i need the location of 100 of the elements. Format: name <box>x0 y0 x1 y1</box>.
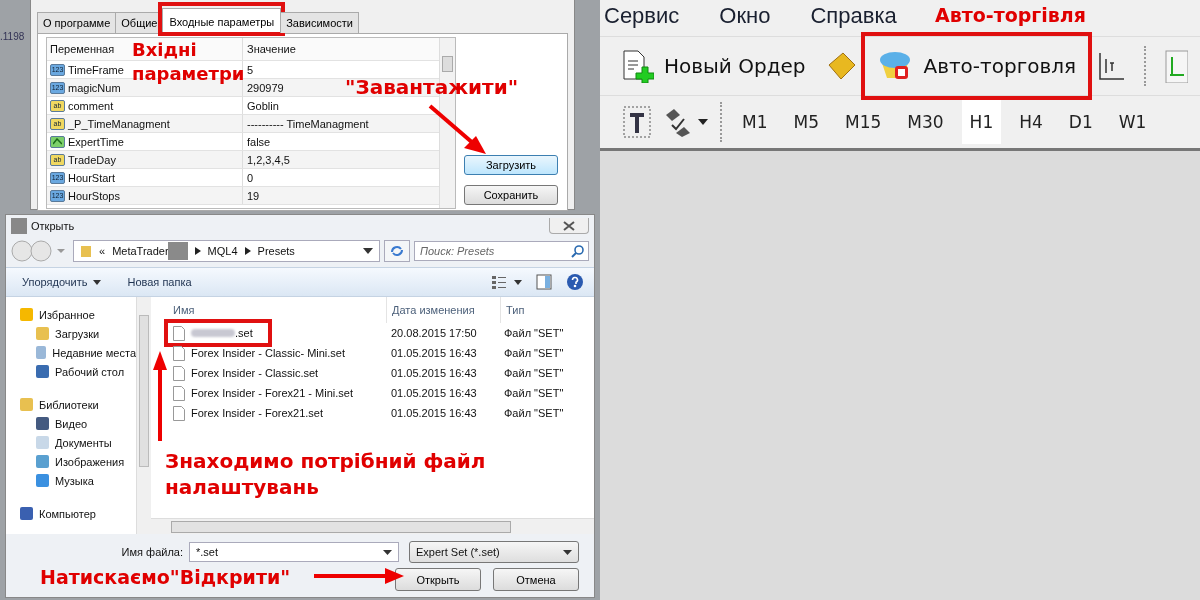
timeframe-button[interactable]: H4 <box>1011 100 1051 144</box>
breadcrumb-overflow[interactable]: « <box>99 245 106 257</box>
search-icon[interactable] <box>571 245 584 258</box>
dropdown-icon[interactable] <box>363 248 373 254</box>
chevron-icon <box>244 247 251 255</box>
timeframe-button[interactable]: M15 <box>836 100 890 144</box>
dialog-button[interactable]: Загрузить <box>464 155 558 175</box>
timeframe-button[interactable]: D1 <box>1060 100 1101 144</box>
table-cell: HourStops <box>68 189 120 202</box>
breadcrumb[interactable]: Presets <box>257 245 295 257</box>
menu-item[interactable]: Сервис <box>604 3 680 29</box>
toolbar-button[interactable]: Новый Ордер <box>618 45 808 87</box>
nav-item[interactable]: Недавние места <box>52 346 136 359</box>
search-field[interactable]: Поиск: Presets <box>414 241 589 261</box>
table-cell-text: Файл "SET" <box>503 347 565 359</box>
table-cell-text: 20.08.2015 17:50 <box>390 327 478 339</box>
file-icon <box>173 385 185 401</box>
nav-item[interactable]: Документы <box>55 436 112 449</box>
cancel-button[interactable]: Отмена <box>493 568 579 591</box>
callout-text: "Завантажити" <box>345 74 519 100</box>
timeframe-button[interactable]: H1 <box>961 100 1002 144</box>
scrollbar[interactable] <box>136 297 151 534</box>
nav-item[interactable]: Компьютер <box>39 507 96 520</box>
dialog-button[interactable]: Сохранить <box>464 185 558 205</box>
open-button[interactable]: Открыть <box>395 568 481 591</box>
folder-icon <box>80 244 92 258</box>
new-document-icon <box>620 49 654 83</box>
file-name[interactable]: Forex Insider - Classic- Mini.set <box>191 347 346 359</box>
callout-text: Авто-торгівля <box>935 3 1086 28</box>
table-cell: TimeFrame <box>68 63 124 76</box>
table-cell: _P_TimeManagment <box>68 117 170 130</box>
close-button[interactable] <box>549 218 589 234</box>
table-cell-text: Goblin <box>246 99 279 112</box>
timeframe-button[interactable]: M1 <box>734 100 776 144</box>
menu-item[interactable]: Справка <box>810 3 897 29</box>
refresh-button[interactable] <box>384 240 410 262</box>
callout-text: Вхідні параметри <box>132 38 242 86</box>
help-icon[interactable] <box>566 273 584 291</box>
nav-item[interactable]: Избранное <box>39 308 95 321</box>
table-cell-text: Файл "SET" <box>503 367 565 379</box>
window-title: Открыть <box>31 220 75 232</box>
callout-text: Натискаємо"Відкрити" <box>40 565 291 590</box>
table-cell-text: 01.05.2015 16:43 <box>390 347 478 359</box>
file-type-dropdown[interactable]: Expert Set (*.set) <box>409 541 579 563</box>
file-name[interactable]: .set <box>235 327 253 339</box>
breadcrumb[interactable]: MetaTrader <box>112 245 169 257</box>
nav-item[interactable]: Загрузки <box>55 327 100 340</box>
organize-button[interactable]: Упорядочить <box>16 276 108 288</box>
table-cell-text: 1,2,3,4,5 <box>246 153 290 166</box>
file-icon <box>173 405 185 421</box>
table-cell-text: 5 <box>246 63 254 76</box>
column-header: Значение <box>246 43 296 55</box>
column-header[interactable]: Дата изменения <box>386 297 500 323</box>
table-cell: magicNum <box>68 81 121 94</box>
nav-item[interactable]: Библиотеки <box>39 398 99 411</box>
menu-item[interactable]: Окно <box>719 3 771 29</box>
file-name[interactable]: Forex Insider - Classic.set <box>191 367 319 379</box>
chevron-icon <box>194 247 201 255</box>
column-header[interactable]: Тип <box>500 297 594 323</box>
tab[interactable]: Входные параметры <box>162 8 282 33</box>
column-header[interactable]: Имя <box>151 304 386 316</box>
file-icon <box>173 365 185 381</box>
nav-item[interactable]: Музыка <box>55 474 94 487</box>
table-cell: TradeDay <box>68 153 116 166</box>
scrollbar[interactable] <box>151 518 594 534</box>
price-label: .1198 <box>0 31 25 42</box>
table-cell-text: Файл "SET" <box>503 327 565 339</box>
chart-icon <box>1096 51 1126 81</box>
callout-text: Знаходимо потрібний файл налаштувань <box>165 448 487 500</box>
dropdown-icon <box>563 549 572 555</box>
file-name[interactable]: Forex Insider - Forex21.set <box>191 407 324 419</box>
bool-type-icon <box>50 135 65 148</box>
dropdown-icon <box>383 549 392 555</box>
address-bar[interactable]: « MetaTrader MQL4 Presets <box>73 240 380 262</box>
tab[interactable]: О программе <box>37 12 117 33</box>
tab[interactable]: Зависимости <box>280 12 359 33</box>
chart-toolbar-icon[interactable] <box>1164 49 1188 83</box>
text-tool-icon[interactable] <box>622 105 652 139</box>
preview-pane-icon[interactable] <box>536 274 552 290</box>
table-cell-text: Файл "SET" <box>503 407 565 419</box>
table-cell-text: 01.05.2015 16:43 <box>390 367 478 379</box>
caret-icon <box>93 279 102 285</box>
breadcrumb[interactable]: MQL4 <box>207 245 238 257</box>
timeframe-button[interactable]: W1 <box>1110 100 1155 144</box>
app-icon <box>11 218 27 234</box>
file-name-field[interactable]: *.set <box>189 542 399 562</box>
new-folder-button[interactable]: Новая папка <box>121 276 198 288</box>
nav-item[interactable]: Видео <box>55 417 88 430</box>
table-cell-text: 19 <box>246 189 260 202</box>
file-icon <box>173 345 185 361</box>
timeframe-button[interactable]: M5 <box>785 100 827 144</box>
table-cell-text: 0 <box>246 171 254 184</box>
nav-item[interactable]: Изображения <box>55 455 125 468</box>
nav-item[interactable]: Рабочий стол <box>55 365 125 378</box>
table-cell: comment <box>68 99 114 112</box>
view-menu-icon[interactable] <box>492 275 522 289</box>
table-cell-text: 01.05.2015 16:43 <box>390 407 478 419</box>
file-name[interactable]: Forex Insider - Forex21 - Mini.set <box>191 387 353 399</box>
toolbar-button[interactable]: Авто-торговля <box>875 46 1078 86</box>
timeframe-button[interactable]: M30 <box>899 100 952 144</box>
